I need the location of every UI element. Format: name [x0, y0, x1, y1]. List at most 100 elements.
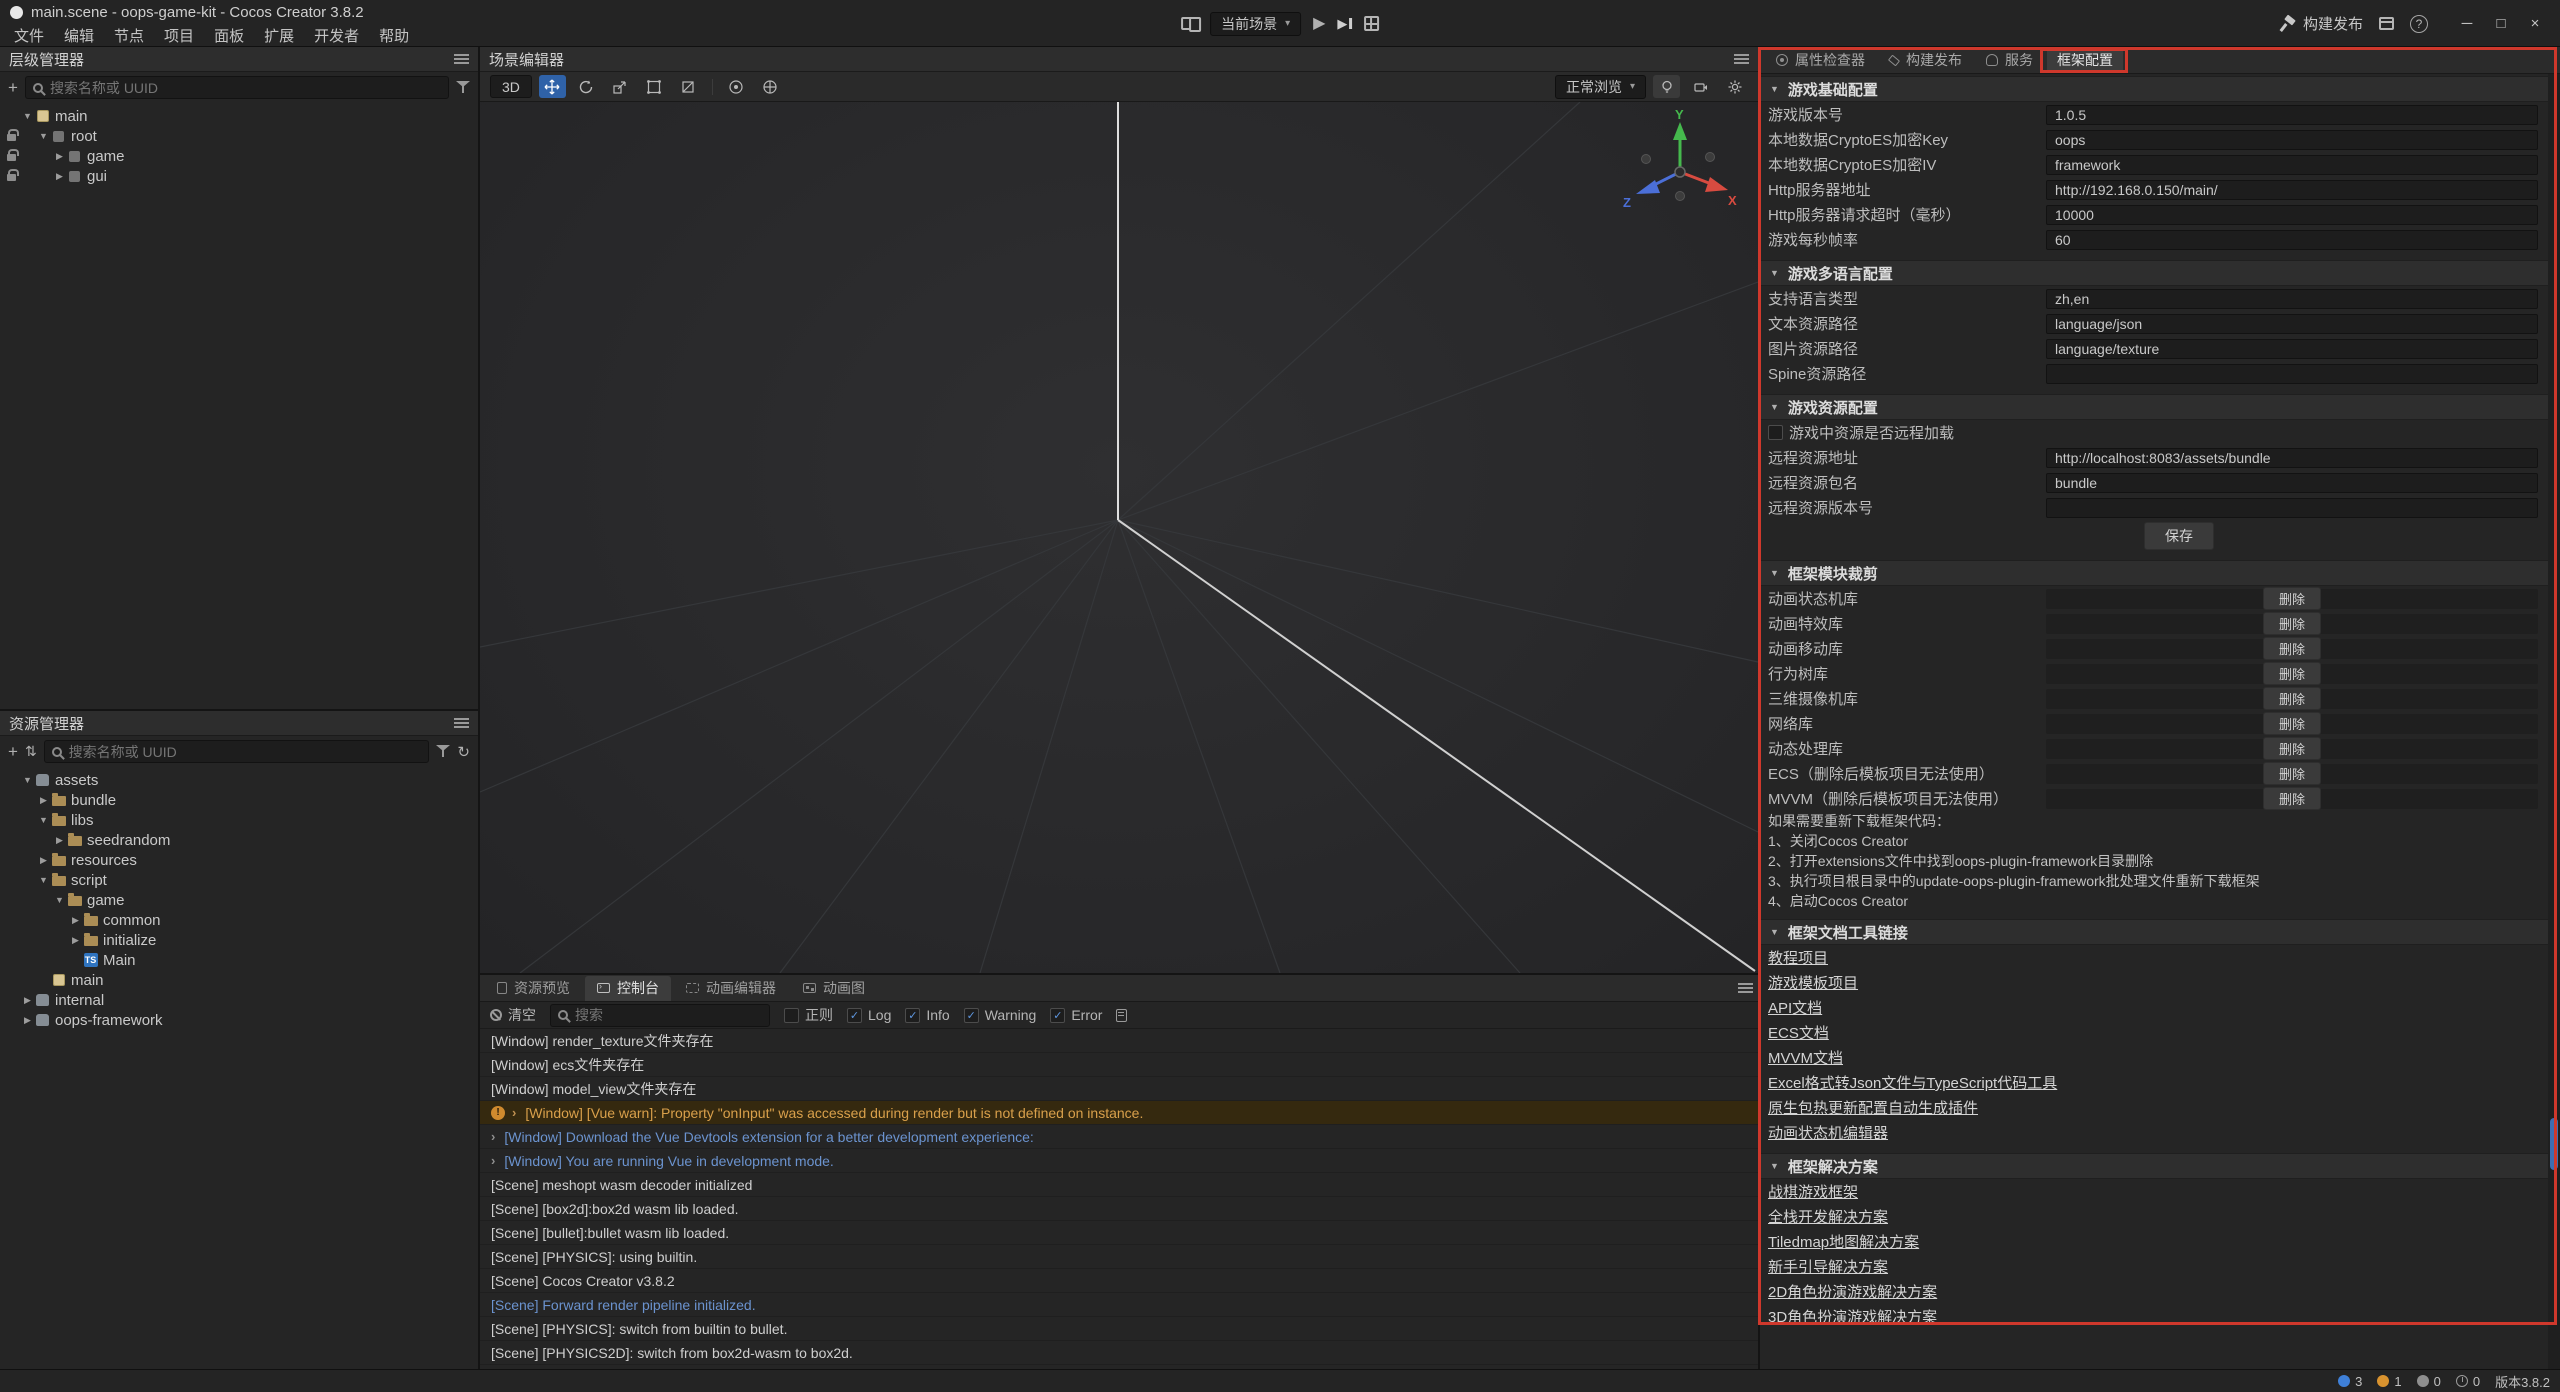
- asset-tree-node[interactable]: ▶seedrandom: [0, 830, 478, 850]
- section-header[interactable]: ▼游戏基础配置: [1760, 76, 2548, 102]
- delete-module-button[interactable]: 删除: [2263, 637, 2321, 660]
- log-row[interactable]: ›[Window] Download the Vue Devtools exte…: [480, 1125, 1758, 1149]
- log-export-icon[interactable]: [1116, 1009, 1127, 1022]
- filter-info-checkbox[interactable]: Info: [905, 1007, 949, 1023]
- minimize-button[interactable]: ─: [2450, 9, 2484, 39]
- property-input[interactable]: [2046, 180, 2538, 200]
- delete-module-button[interactable]: 删除: [2263, 712, 2321, 735]
- asset-tree-node[interactable]: main: [0, 970, 478, 990]
- filter-log-checkbox[interactable]: Log: [847, 1007, 891, 1023]
- asset-tree-node[interactable]: ▶internal: [0, 990, 478, 1010]
- regex-checkbox[interactable]: 正则: [784, 1005, 833, 1025]
- doc-link[interactable]: Excel格式转Json文件与TypeScript代码工具: [1768, 1072, 2057, 1093]
- log-row[interactable]: [Scene] [PHYSICS]: switch from builtin t…: [480, 1317, 1758, 1341]
- delete-module-button[interactable]: 删除: [2263, 787, 2321, 810]
- lock-icon[interactable]: [7, 134, 16, 141]
- expand-arrow-icon[interactable]: ▶: [52, 835, 67, 846]
- scene-mode-button[interactable]: 3D: [490, 75, 532, 98]
- inspector-tab[interactable]: 服务: [1976, 48, 2043, 73]
- doc-link[interactable]: API文档: [1768, 997, 1822, 1018]
- console-tab[interactable]: 动画图: [791, 976, 877, 1001]
- create-node-button[interactable]: +: [8, 78, 18, 98]
- preview-layout-icon[interactable]: [1364, 16, 1379, 31]
- expand-arrow-icon[interactable]: ▶: [36, 855, 51, 866]
- log-row[interactable]: [Scene] Cocos Creator v3.8.2: [480, 1269, 1758, 1293]
- asset-tree-node[interactable]: ▼game: [0, 890, 478, 910]
- log-row[interactable]: [Scene] [PHYSICS]: using builtin.: [480, 1245, 1758, 1269]
- camera-settings-button[interactable]: [1687, 75, 1714, 98]
- property-input[interactable]: [2046, 205, 2538, 225]
- expand-arrow-icon[interactable]: ▼: [36, 131, 51, 141]
- hierarchy-tree-node[interactable]: ▼main: [0, 106, 478, 126]
- delete-module-button[interactable]: 删除: [2263, 762, 2321, 785]
- sort-assets-icon[interactable]: ⇅: [25, 743, 37, 760]
- property-input[interactable]: [2046, 105, 2538, 125]
- doc-link[interactable]: 新手引导解决方案: [1768, 1256, 1888, 1277]
- property-input[interactable]: [2046, 130, 2538, 150]
- doc-link[interactable]: 3D角色扮演游戏解决方案: [1768, 1306, 1937, 1327]
- expand-arrow-icon[interactable]: ▶: [52, 171, 67, 182]
- delete-module-button[interactable]: 删除: [2263, 737, 2321, 760]
- view-gizmo[interactable]: Y X Z: [1620, 108, 1740, 228]
- help-icon[interactable]: ?: [2410, 15, 2428, 33]
- doc-link[interactable]: 2D角色扮演游戏解决方案: [1768, 1281, 1937, 1302]
- delete-module-button[interactable]: 删除: [2263, 687, 2321, 710]
- menu-item[interactable]: 面板: [204, 23, 254, 48]
- assets-filter-icon[interactable]: [436, 745, 450, 758]
- doc-link[interactable]: 教程项目: [1768, 947, 1828, 968]
- preview-target-select[interactable]: 当前场景 ▾: [1210, 12, 1301, 36]
- log-row[interactable]: ›[Window] You are running Vue in develop…: [480, 1149, 1758, 1173]
- console-search-field[interactable]: [575, 1007, 762, 1023]
- assets-search-field[interactable]: [69, 744, 422, 760]
- clear-console-button[interactable]: 清空: [490, 1005, 536, 1025]
- expand-arrow-icon[interactable]: ▶: [36, 795, 51, 806]
- menu-item[interactable]: 节点: [104, 23, 154, 48]
- log-row[interactable]: [Scene] [box2d]:box2d wasm lib loaded.: [480, 1197, 1758, 1221]
- log-row[interactable]: [Window] model_view文件夹存在: [480, 1077, 1758, 1101]
- log-row[interactable]: [Scene] meshopt wasm decoder initialized: [480, 1173, 1758, 1197]
- hierarchy-tree-node[interactable]: ▶game: [0, 146, 478, 166]
- panel-menu-icon[interactable]: [1738, 982, 1753, 994]
- property-input[interactable]: [2046, 230, 2538, 250]
- asset-tree-node[interactable]: TSMain: [0, 950, 478, 970]
- log-row[interactable]: !›[Window] [Vue warn]: Property "onInput…: [480, 1101, 1758, 1125]
- asset-tree-node[interactable]: ▼script: [0, 870, 478, 890]
- asset-tree-node[interactable]: ▼libs: [0, 810, 478, 830]
- scrollbar[interactable]: [2548, 74, 2560, 1369]
- menu-item[interactable]: 帮助: [369, 23, 419, 48]
- expand-arrow-icon[interactable]: ▶: [68, 915, 83, 926]
- panel-menu-icon[interactable]: [454, 53, 469, 65]
- move-tool-button[interactable]: [539, 75, 566, 98]
- create-asset-button[interactable]: +: [8, 742, 18, 762]
- asset-tree-node[interactable]: ▶initialize: [0, 930, 478, 950]
- doc-link[interactable]: 原生包热更新配置自动生成插件: [1768, 1097, 1978, 1118]
- log-row[interactable]: [Window] render_texture文件夹存在: [480, 1029, 1758, 1053]
- section-header[interactable]: ▼游戏资源配置: [1760, 394, 2548, 420]
- transform-tool-button[interactable]: [675, 75, 702, 98]
- delete-module-button[interactable]: 删除: [2263, 612, 2321, 635]
- scale-tool-button[interactable]: [607, 75, 634, 98]
- log-row[interactable]: [Scene] [PHYSICS2D]: switch from box2d-w…: [480, 1341, 1758, 1365]
- section-header[interactable]: ▼框架模块裁剪: [1760, 560, 2548, 586]
- property-input[interactable]: [2046, 448, 2538, 468]
- delete-module-button[interactable]: 删除: [2263, 662, 2321, 685]
- doc-link[interactable]: 全栈开发解决方案: [1768, 1206, 1888, 1227]
- scrollbar-thumb[interactable]: [2550, 1118, 2558, 1170]
- doc-link[interactable]: 游戏模板项目: [1768, 972, 1858, 993]
- asset-tree-node[interactable]: ▶resources: [0, 850, 478, 870]
- asset-tree-node[interactable]: ▼assets: [0, 770, 478, 790]
- property-input[interactable]: [2046, 289, 2538, 309]
- console-tab[interactable]: 控制台: [585, 976, 671, 1001]
- menu-item[interactable]: 项目: [154, 23, 204, 48]
- expand-arrow-icon[interactable]: ▼: [20, 111, 35, 121]
- doc-link[interactable]: MVVM文档: [1768, 1047, 1843, 1068]
- inspector-tab[interactable]: 构建发布: [1879, 48, 1972, 73]
- lock-icon[interactable]: [7, 154, 16, 161]
- menu-item[interactable]: 文件: [4, 23, 54, 48]
- refresh-icon[interactable]: ↻: [457, 743, 470, 761]
- menu-item[interactable]: 扩展: [254, 23, 304, 48]
- scene-settings-button[interactable]: [1721, 75, 1748, 98]
- section-header[interactable]: ▼框架解决方案: [1760, 1153, 2548, 1179]
- hierarchy-tree-node[interactable]: ▼root: [0, 126, 478, 146]
- menu-item[interactable]: 开发者: [304, 23, 369, 48]
